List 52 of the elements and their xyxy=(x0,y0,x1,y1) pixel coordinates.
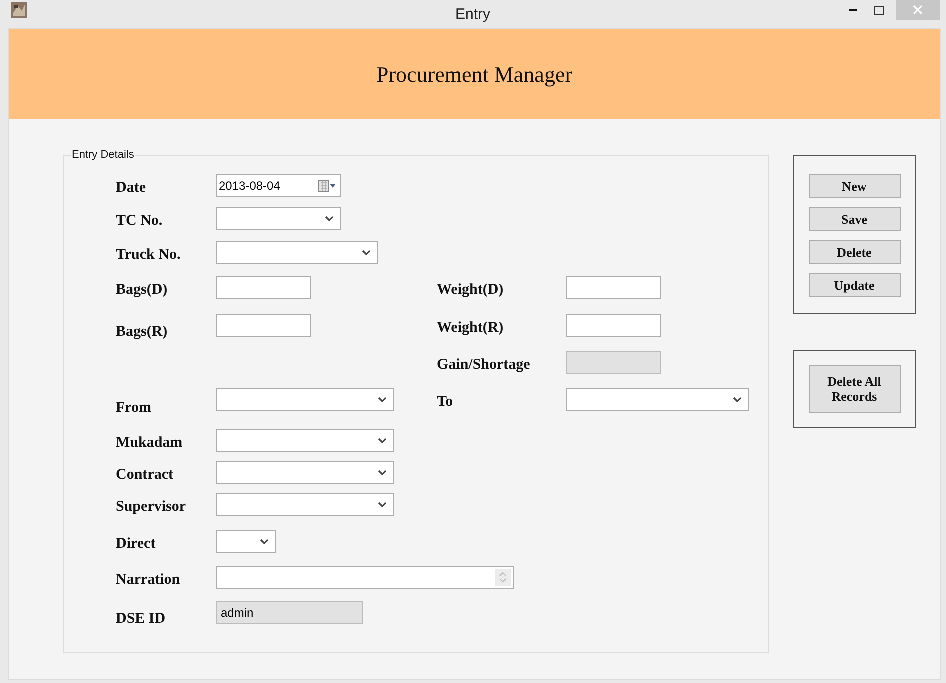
text-field[interactable] xyxy=(216,276,311,299)
dropdown[interactable] xyxy=(216,388,394,411)
chevron-down-icon xyxy=(260,538,269,544)
calendar-icon xyxy=(318,180,336,192)
app-icon xyxy=(11,2,27,18)
field-label: Truck No. xyxy=(116,246,182,265)
field-label: TC No. xyxy=(116,212,164,231)
field-label: Date xyxy=(116,179,147,198)
field-label: Narration xyxy=(116,571,182,590)
action-button[interactable]: Update xyxy=(808,273,900,297)
field-label: Mukadam xyxy=(116,434,184,453)
field-label: Weight(R) xyxy=(437,319,505,338)
action-button[interactable]: Delete xyxy=(808,240,900,264)
field-label: Weight(D) xyxy=(437,281,505,300)
field-label: Bags(R) xyxy=(116,323,169,342)
dropdown[interactable] xyxy=(216,530,276,553)
text-field[interactable] xyxy=(216,314,311,337)
chevron-down-icon xyxy=(362,250,371,256)
chevron-down-icon xyxy=(378,396,387,402)
dropdown[interactable] xyxy=(216,241,378,264)
action-button[interactable]: Save xyxy=(808,207,900,231)
narration-field[interactable] xyxy=(216,566,514,589)
chevron-down-icon xyxy=(378,438,387,444)
field-label: From xyxy=(116,399,153,418)
text-field[interactable] xyxy=(566,314,661,337)
chevron-down-icon xyxy=(733,396,742,402)
field-label: Contract xyxy=(116,466,174,485)
app-heading: Procurement Manager xyxy=(376,60,573,89)
dropdown[interactable] xyxy=(216,207,341,230)
chevron-down-icon xyxy=(378,502,387,508)
dropdown[interactable] xyxy=(566,388,749,411)
maximize-icon xyxy=(874,6,884,14)
dropdown[interactable] xyxy=(216,429,394,452)
chevron-down-icon xyxy=(325,216,334,222)
spinner-arrows-icon xyxy=(495,569,511,586)
text-field[interactable] xyxy=(566,276,661,299)
field-label: Gain/Shortage xyxy=(437,356,532,375)
field-label: Bags(D) xyxy=(116,281,169,300)
dropdown[interactable] xyxy=(216,461,394,484)
field-label: To xyxy=(437,393,454,412)
date-picker[interactable]: 2013-08-04 xyxy=(216,174,341,197)
field-label: DSE ID xyxy=(116,610,167,629)
field-label: Supervisor xyxy=(116,498,188,517)
field-label: Direct xyxy=(116,535,157,554)
window-title: Entry xyxy=(454,5,492,25)
action-button[interactable]: New xyxy=(808,174,900,198)
close-icon xyxy=(913,5,923,15)
minimize-icon xyxy=(849,9,857,11)
delete-all-button[interactable]: Delete All Records xyxy=(808,365,900,413)
chevron-down-icon xyxy=(378,470,387,476)
group-legend: Entry Details xyxy=(71,148,136,162)
dropdown[interactable] xyxy=(216,493,394,516)
